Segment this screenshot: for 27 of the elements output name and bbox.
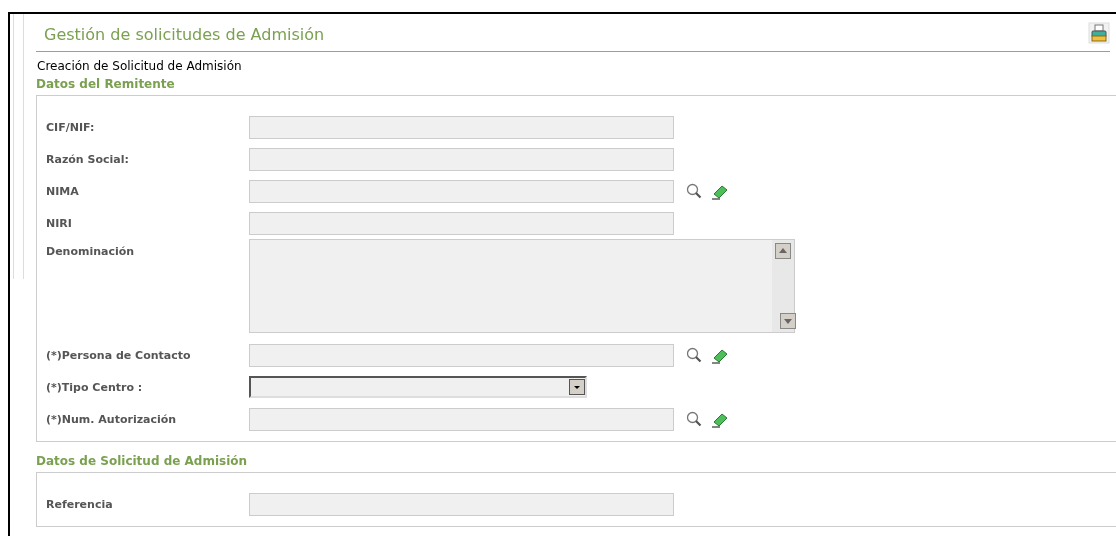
section-heading: Datos de Solicitud de Admisión <box>36 454 249 470</box>
search-icon[interactable] <box>686 411 702 427</box>
printer-icon[interactable] <box>1088 21 1110 44</box>
input-field[interactable] <box>249 343 674 367</box>
field-label: NIMA <box>46 184 80 198</box>
field-label: Denominación <box>46 244 136 258</box>
input-field[interactable] <box>249 407 674 431</box>
input-field[interactable] <box>249 147 674 171</box>
field-label: (*)Num. Autorización <box>46 412 178 426</box>
field-label: Referencia <box>46 497 114 511</box>
page-title: Gestión de solicitudes de Admisión <box>43 24 325 44</box>
field-label: Razón Social: <box>46 152 130 166</box>
input-field[interactable] <box>249 115 674 139</box>
search-icon[interactable] <box>686 183 702 199</box>
scroll-up-icon[interactable] <box>775 243 791 259</box>
page-subtitle: Creación de Solicitud de Admisión <box>36 59 243 73</box>
field-label: (*)Persona de Contacto <box>46 348 192 362</box>
input-field[interactable] <box>249 492 674 516</box>
field-label: (*)Tipo Centro : <box>46 380 144 394</box>
search-icon[interactable] <box>686 347 702 363</box>
field-label: NIRI <box>46 216 73 230</box>
dropdown[interactable] <box>249 376 587 398</box>
scroll-down-icon[interactable] <box>779 313 796 329</box>
section-heading: Datos del Remitente <box>36 77 176 93</box>
field-label: CIF/NIF: <box>46 120 96 134</box>
input-field[interactable] <box>249 211 674 235</box>
input-field[interactable] <box>249 179 674 203</box>
